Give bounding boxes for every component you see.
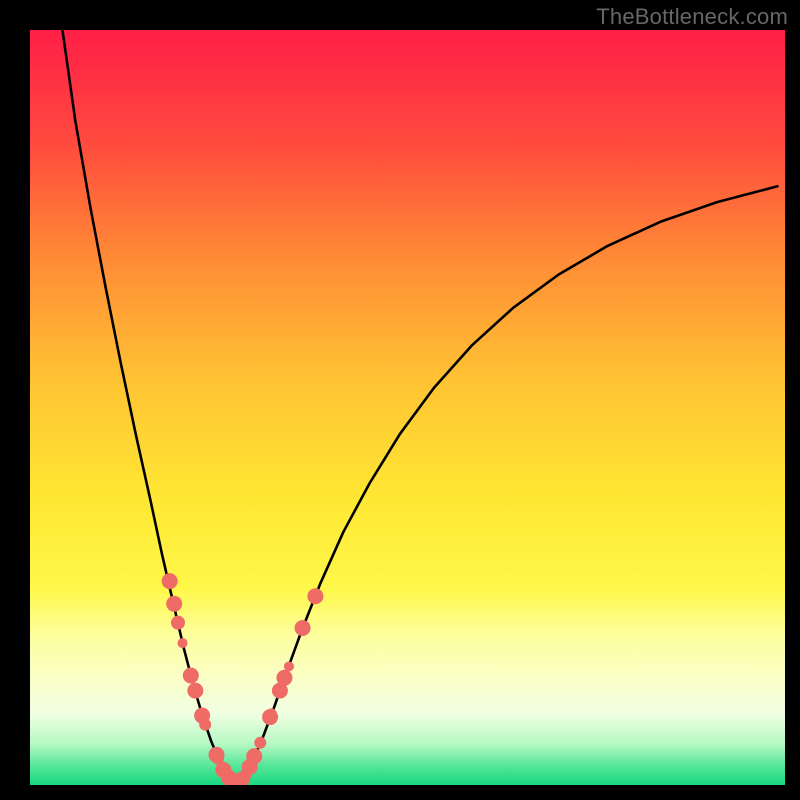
watermark-label: TheBottleneck.com [596, 4, 788, 30]
scatter-dot [284, 661, 294, 671]
scatter-dot [178, 638, 188, 648]
chart-plot [30, 30, 785, 785]
scatter-dot [199, 719, 211, 731]
chart-frame: TheBottleneck.com [0, 0, 800, 800]
scatter-dot [162, 573, 178, 589]
scatter-dot [254, 737, 266, 749]
scatter-dot [187, 683, 203, 699]
scatter-dot [183, 668, 199, 684]
scatter-dot [246, 748, 262, 764]
scatter-dot [295, 620, 311, 636]
scatter-dot [166, 596, 182, 612]
scatter-dot [267, 708, 277, 718]
scatter-dot [171, 616, 185, 630]
plot-background [30, 30, 785, 785]
scatter-dot [307, 588, 323, 604]
scatter-dot [276, 670, 292, 686]
